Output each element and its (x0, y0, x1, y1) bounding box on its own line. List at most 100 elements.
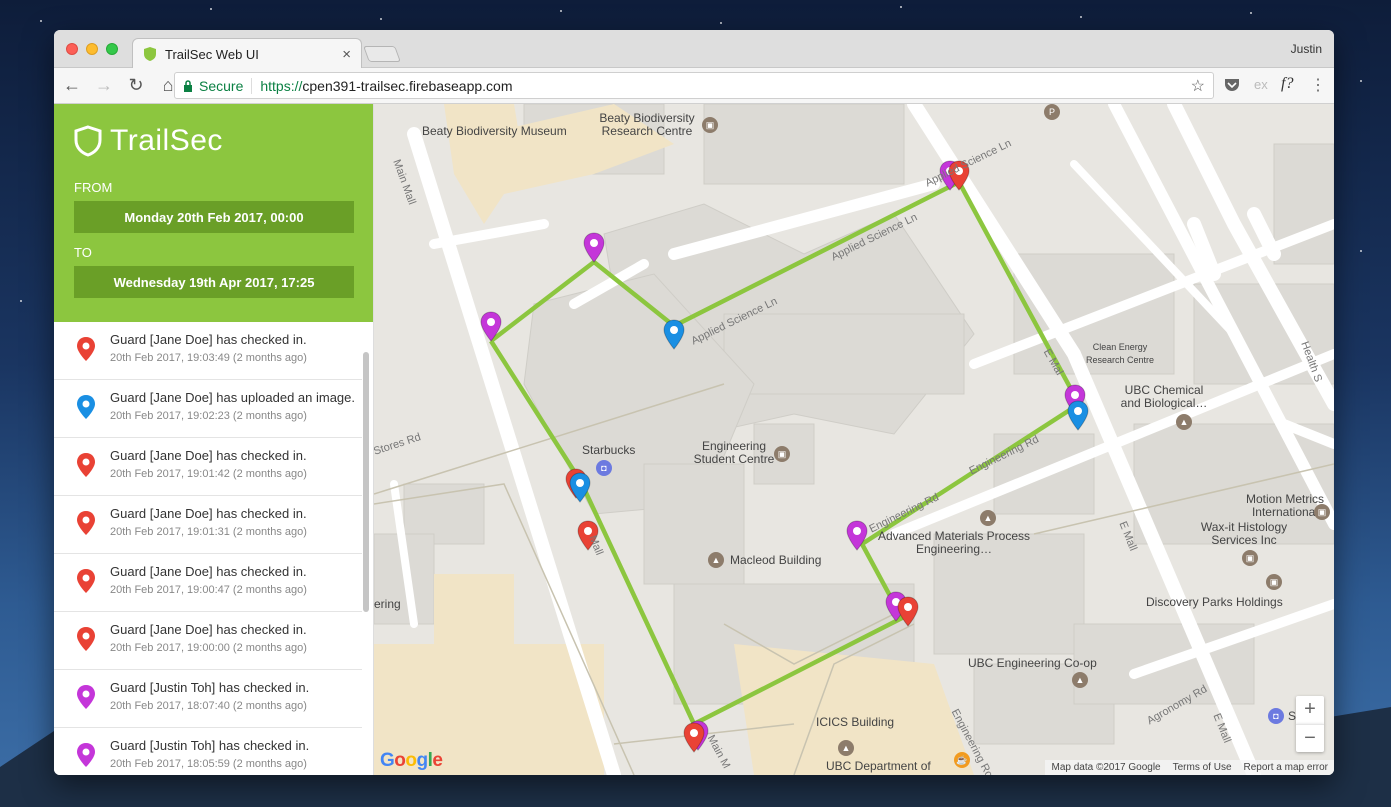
university-icon[interactable]: ▲ (980, 510, 996, 526)
student-centre-icon[interactable]: ▣ (774, 446, 790, 462)
map-label-macleod-text: Macleod Building (730, 553, 822, 567)
tab-title: TrailSec Web UI (165, 46, 259, 62)
sidebar: TrailSec FROM Monday 20th Feb 2017, 00:0… (54, 104, 374, 775)
map-pin-icon (77, 569, 95, 593)
map-label-eng-student: Engineering Student Centre (684, 440, 784, 466)
address-bar[interactable]: Secure https:// cpen391-trailsec.firebas… (174, 72, 1214, 99)
feed-item-body: Guard [Jane Doe] has uploaded an image. 2… (110, 390, 355, 422)
map-view[interactable]: Beaty Biodiversity Museum Beaty Biodiver… (374, 104, 1334, 775)
map-data-text: Map data ©2017 Google (1051, 762, 1161, 773)
map-footer: Map data ©2017 Google Terms of Use Repor… (1045, 760, 1334, 775)
new-tab-button[interactable] (363, 46, 401, 62)
to-label: TO (74, 245, 92, 260)
feed-item[interactable]: Guard [Justin Toh] has checked in. 20th F… (54, 670, 362, 728)
map-label-motion-metrics-text: Motion Metrics International (1245, 492, 1325, 519)
terms-link[interactable]: Terms of Use (1173, 762, 1232, 773)
tab-close-icon[interactable]: × (342, 46, 351, 63)
minimize-window-button[interactable] (86, 43, 98, 55)
map-label-ubc-coop-text: UBC Engineering Co-op (968, 656, 1097, 670)
feed-item[interactable]: Guard [Jane Doe] has uploaded an image. 2… (54, 380, 362, 438)
feed-item-time: 20th Feb 2017, 19:03:49 (2 months ago) (110, 352, 307, 364)
reload-icon[interactable]: ↻ (122, 75, 150, 96)
browser-tab[interactable]: TrailSec Web UI × (132, 38, 362, 69)
discovery-icon[interactable]: ▣ (1266, 574, 1282, 590)
shield-logo-icon (74, 125, 102, 157)
school-icon[interactable]: ▲ (1176, 414, 1192, 430)
feed-item-body: Guard [Justin Toh] has checked in. 20th F… (110, 680, 309, 712)
feed-item-body: Guard [Jane Doe] has checked in. 20th Feb… (110, 448, 307, 480)
map-label-ubc-chem-text: UBC Chemical and Biological… (1120, 383, 1208, 410)
extension-f-icon[interactable]: f? (1281, 75, 1293, 93)
zoom-out-button[interactable]: − (1296, 724, 1324, 752)
map-label-starbucks-text: Starbucks (582, 443, 636, 457)
feed-item-text: Guard [Justin Toh] has checked in. (110, 738, 310, 753)
title-bar: TrailSec Web UI × Justin (54, 30, 1334, 69)
icics-icon[interactable]: ▲ (838, 740, 854, 756)
map-label-beaty-research: Beaty Biodiversity Research Centre (592, 112, 702, 138)
url-scheme: https:// (260, 77, 303, 94)
map-label-ering-text: ering (374, 597, 401, 611)
from-date-picker[interactable]: Monday 20th Feb 2017, 00:00 (74, 201, 354, 233)
parking-icon[interactable]: P (1044, 104, 1060, 120)
feed-item-text: Guard [Jane Doe] has checked in. (110, 564, 307, 579)
feed-item-text: Guard [Jane Doe] has uploaded an image. (110, 390, 356, 405)
map-pin-icon (77, 453, 95, 477)
google-logo[interactable]: Google (380, 750, 443, 772)
to-date-picker[interactable]: Wednesday 19th Apr 2017, 17:25 (74, 266, 354, 298)
pocket-icon[interactable] (1224, 78, 1240, 92)
maximize-window-button[interactable] (106, 43, 118, 55)
from-label: FROM (74, 180, 113, 195)
extension-ex-icon[interactable]: ex (1254, 77, 1268, 92)
feed-item-time: 20th Feb 2017, 19:01:42 (2 months ago) (110, 468, 307, 480)
feed-item-text: Guard [Jane Doe] has checked in. (110, 506, 307, 521)
map-label-starbucks: Starbucks (582, 444, 635, 457)
map-label-clean-energy: Clean Energy Research Centre (1080, 341, 1160, 367)
shopping-bag-icon[interactable]: ◘ (596, 460, 612, 476)
menu-kebab-icon[interactable]: ⋮ (1310, 75, 1326, 95)
map-label-eng-student-text: Engineering Student Centre (693, 439, 775, 466)
map-label-clean-energy-text: Clean Energy Research Centre (1085, 342, 1155, 365)
map-label-s-partial: S (1288, 710, 1296, 723)
brand-panel: TrailSec FROM Monday 20th Feb 2017, 00:0… (54, 104, 373, 322)
map-label-wax-it-text: Wax-it Histology Services Inc (1200, 520, 1288, 547)
bookmark-star-icon[interactable]: ☆ (1191, 76, 1205, 96)
feed-item-time: 20th Feb 2017, 19:01:31 (2 months ago) (110, 526, 307, 538)
feed-scrollbar[interactable] (363, 352, 369, 612)
feed-item-body: Guard [Jane Doe] has checked in. 20th Feb… (110, 622, 307, 654)
business-icon[interactable]: ▣ (1314, 504, 1330, 520)
secure-indicator[interactable]: Secure (183, 77, 253, 94)
map-label-wax-it: Wax-it Histology Services Inc (1194, 521, 1294, 547)
feed-item[interactable]: Guard [Jane Doe] has checked in. 20th Feb… (54, 554, 362, 612)
map-marker-red[interactable] (683, 722, 705, 753)
zoom-in-button[interactable]: + (1296, 696, 1324, 724)
coop-icon[interactable]: ▲ (1072, 672, 1088, 688)
wax-it-icon[interactable]: ▣ (1242, 550, 1258, 566)
shop-icon[interactable]: ◘ (1268, 708, 1284, 724)
feed-item-time: 20th Feb 2017, 19:00:47 (2 months ago) (110, 584, 307, 596)
forward-arrow-icon[interactable]: → (90, 75, 118, 96)
map-marker-blue[interactable] (1067, 400, 1089, 431)
museum-icon[interactable]: ▣ (702, 117, 718, 133)
back-arrow-icon[interactable]: ← (58, 75, 86, 96)
feed-item[interactable]: Guard [Justin Toh] has checked in. 20th F… (54, 728, 362, 775)
profile-name[interactable]: Justin (1291, 42, 1322, 56)
cafe-icon[interactable]: ☕ (954, 752, 970, 768)
feed-item[interactable]: Guard [Jane Doe] has checked in. 20th Feb… (54, 438, 362, 496)
map-pin-icon (77, 511, 95, 535)
map-label-ubc-dept: UBC Department of (826, 760, 931, 773)
secure-label: Secure (199, 77, 244, 94)
feed-item[interactable]: Guard [Jane Doe] has checked in. 20th Feb… (54, 496, 362, 554)
feed-item-text: Guard [Jane Doe] has checked in. (110, 448, 307, 463)
feed-item-body: Guard [Jane Doe] has checked in. 20th Feb… (110, 332, 307, 364)
feed-item[interactable]: Guard [Jane Doe] has checked in. 20th Feb… (54, 612, 362, 670)
macleod-icon[interactable]: ▲ (708, 552, 724, 568)
map-label-beaty-museum: Beaty Biodiversity Museum (422, 125, 567, 138)
map-marker-purple[interactable] (583, 232, 605, 263)
feed-item-time: 20th Feb 2017, 18:07:40 (2 months ago) (110, 700, 307, 712)
map-pin-icon (77, 395, 95, 419)
close-window-button[interactable] (66, 43, 78, 55)
feed-item[interactable]: Guard [Jane Doe] has checked in. 20th Feb… (54, 322, 362, 380)
feed-item-body: Guard [Justin Toh] has checked in. 20th F… (110, 738, 309, 770)
report-error-link[interactable]: Report a map error (1244, 762, 1328, 773)
map-label-ubc-coop: UBC Engineering Co-op (968, 657, 1097, 670)
